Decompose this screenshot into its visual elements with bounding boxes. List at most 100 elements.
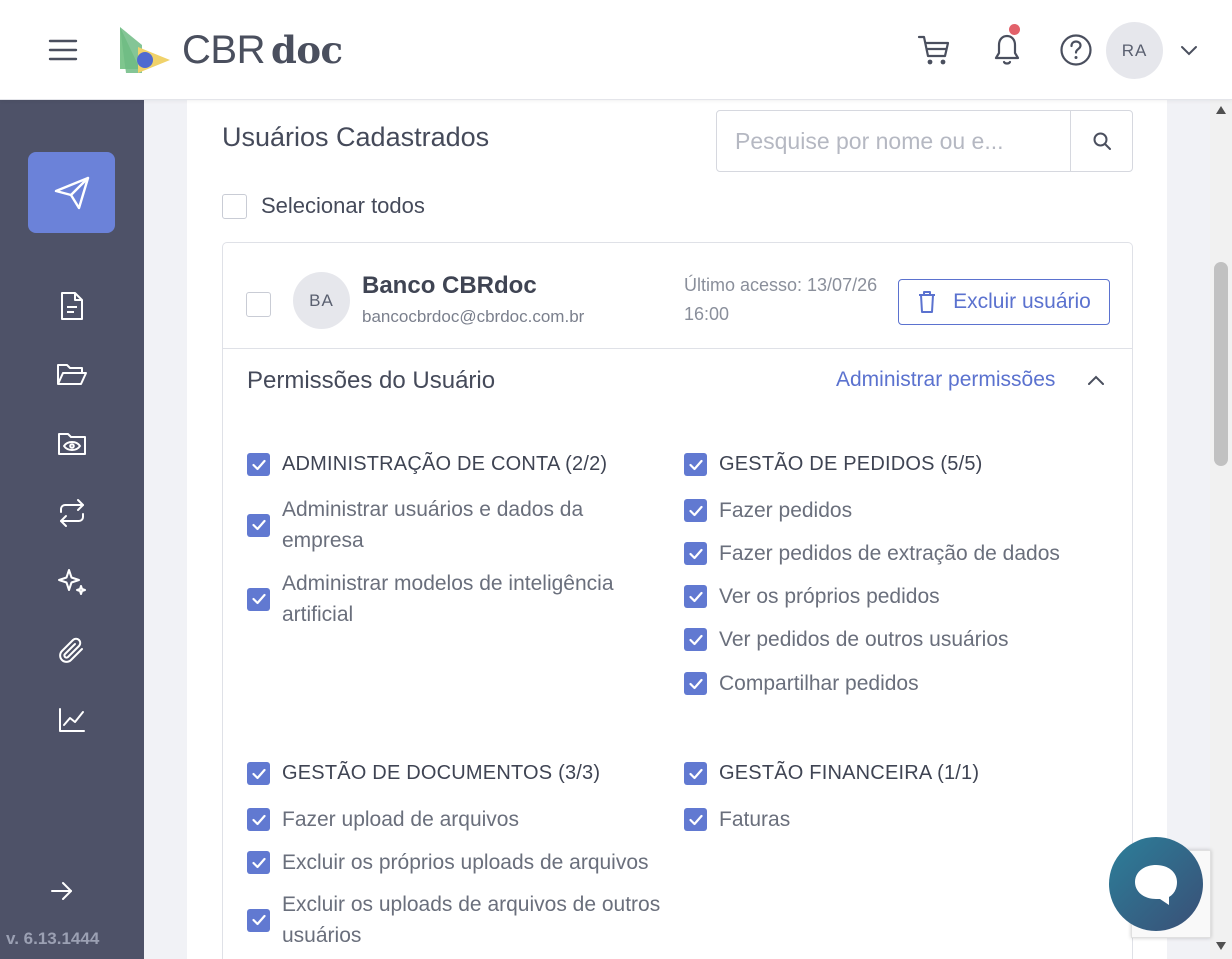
check-icon — [688, 459, 703, 470]
user-checkbox[interactable] — [246, 292, 271, 317]
perm-item-label-line: artificial — [282, 603, 354, 626]
notification-dot — [1009, 24, 1020, 35]
delete-user-label: Excluir usuário — [953, 290, 1091, 313]
checkbox-checked[interactable] — [247, 513, 270, 537]
perm-item-label: Fazer pedidos — [719, 499, 853, 522]
scroll-down-arrow-icon[interactable] — [1215, 940, 1227, 952]
bell-icon[interactable] — [986, 24, 1028, 71]
perm-item-label-line: empresa — [282, 529, 364, 552]
delete-user-button[interactable]: Excluir usuário — [898, 279, 1110, 325]
checkbox-checked[interactable] — [247, 453, 270, 476]
checkbox-checked[interactable] — [247, 808, 270, 831]
perm-group-title: GESTÃO DE DOCUMENTOS (3/3) — [282, 762, 601, 784]
perm-item-label: Faturas — [719, 808, 791, 831]
app-version: v. 6.13.1444 — [6, 929, 100, 948]
scrollbar-thumb[interactable] — [1214, 262, 1228, 466]
check-icon — [251, 459, 266, 470]
check-icon — [251, 593, 266, 605]
logo-text-doc: doc — [270, 27, 343, 72]
user-avatar[interactable]: RA — [1106, 22, 1163, 79]
document-icon — [61, 292, 83, 320]
checkbox-checked[interactable] — [684, 672, 707, 695]
perm-item: Ver os próprios pedidos — [684, 581, 940, 612]
perm-item-label-line: usuários — [282, 924, 362, 947]
perm-group-title: GESTÃO DE PEDIDOS (5/5) — [719, 453, 983, 475]
checkbox-checked[interactable] — [247, 908, 270, 932]
chevron-down-icon[interactable] — [1176, 38, 1202, 64]
checkbox-checked[interactable] — [684, 628, 707, 651]
perm-group-title: ADMINISTRAÇÃO DE CONTA (2/2) — [282, 453, 608, 475]
manage-permissions-link[interactable]: Administrar permissões — [836, 368, 1055, 392]
perm-item-label: Excluir os próprios uploads de arquivos — [282, 851, 649, 874]
chat-button[interactable] — [1109, 837, 1203, 931]
folder-open-icon — [57, 364, 87, 385]
user-card: BA Banco CBRdoc bancocbrdoc@cbrdoc.com.b… — [222, 242, 1133, 959]
checkbox-checked[interactable] — [247, 851, 270, 874]
user-card-avatar: BA — [293, 272, 350, 329]
checkbox-checked[interactable] — [684, 542, 707, 565]
check-icon — [688, 678, 703, 689]
sidebar-item-recurrence[interactable] — [46, 487, 98, 539]
paperclip-icon — [59, 637, 83, 663]
sparkles-icon — [58, 569, 86, 595]
search-button[interactable] — [1070, 111, 1132, 171]
arrow-right-icon — [51, 882, 72, 900]
select-all-checkbox[interactable] — [222, 193, 247, 219]
user-email: bancocbrdoc@cbrdoc.com.br — [362, 307, 585, 326]
page-title: Usuários Cadastrados — [222, 122, 490, 152]
sidebar-item-monitoring[interactable] — [46, 418, 98, 470]
chevron-up-icon[interactable] — [1081, 365, 1111, 395]
check-icon — [251, 914, 266, 926]
check-icon — [688, 505, 703, 516]
sidebar-item-documents[interactable] — [46, 280, 98, 332]
top-bar: CBR doc RA — [0, 0, 1232, 100]
perm-item: Fazer pedidos de extração de dados — [684, 538, 1060, 569]
sidebar-expand-button[interactable] — [36, 865, 88, 917]
trash-icon — [919, 291, 936, 313]
perm-item: Excluir os uploads de arquivos de outros… — [247, 889, 660, 951]
check-icon — [688, 591, 703, 602]
checkbox-checked[interactable] — [247, 587, 270, 611]
perm-item-label: Excluir os uploads de arquivos de outros… — [282, 889, 660, 951]
perm-group-documents: GESTÃO DE DOCUMENTOS (3/3) — [247, 762, 600, 785]
user-card-header: BA Banco CBRdoc bancocbrdoc@cbrdoc.com.b… — [223, 243, 1132, 349]
sidebar-item-reports[interactable] — [46, 694, 98, 746]
select-all: Selecionar todos — [222, 193, 425, 219]
perm-item-label-line: Excluir os uploads de arquivos de outros — [282, 893, 661, 916]
check-icon — [688, 634, 703, 645]
perm-group-finance: GESTÃO FINANCEIRA (1/1) — [684, 762, 979, 785]
check-icon — [251, 768, 266, 779]
cbrdoc-logo[interactable]: CBR doc — [118, 24, 343, 76]
sidebar-item-ai[interactable] — [46, 556, 98, 608]
checkbox-checked[interactable] — [684, 453, 707, 476]
search-box — [716, 110, 1133, 172]
last-access-time: 16:00 — [684, 304, 730, 324]
checkbox-checked[interactable] — [684, 585, 707, 608]
sidebar: v. 6.13.1444 — [0, 100, 144, 959]
checkbox-checked[interactable] — [247, 762, 270, 785]
perm-item: Administrar usuários e dados da empresa — [247, 494, 583, 556]
check-icon — [688, 768, 703, 779]
perm-group-account: ADMINISTRAÇÃO DE CONTA (2/2) — [247, 453, 607, 476]
help-icon[interactable] — [1055, 29, 1097, 71]
hamburger-menu-icon[interactable] — [44, 32, 82, 68]
perm-item: Compartilhar pedidos — [684, 668, 919, 699]
checkbox-checked[interactable] — [684, 808, 707, 831]
checkbox-checked[interactable] — [684, 499, 707, 522]
scrollbar[interactable] — [1210, 100, 1232, 959]
cart-icon[interactable] — [913, 29, 955, 71]
checkbox-checked[interactable] — [684, 762, 707, 785]
perm-item-label: Ver pedidos de outros usuários — [719, 628, 1009, 651]
search-input[interactable] — [717, 111, 1070, 171]
sidebar-item-folders[interactable] — [46, 349, 98, 401]
permissions-title: Permissões do Usuário — [247, 367, 496, 394]
sidebar-item-attachments[interactable] — [46, 625, 98, 677]
send-icon — [54, 176, 89, 209]
scroll-up-arrow-icon[interactable] — [1215, 104, 1227, 116]
check-icon — [251, 857, 266, 868]
last-access-date: Último acesso: 13/07/26 — [684, 275, 878, 295]
select-all-label: Selecionar todos — [261, 193, 425, 218]
perm-item-label: Administrar usuários e dados da empresa — [282, 494, 583, 556]
perm-item-label-line: Administrar modelos de inteligência — [282, 572, 614, 595]
sidebar-item-send[interactable] — [28, 152, 115, 233]
